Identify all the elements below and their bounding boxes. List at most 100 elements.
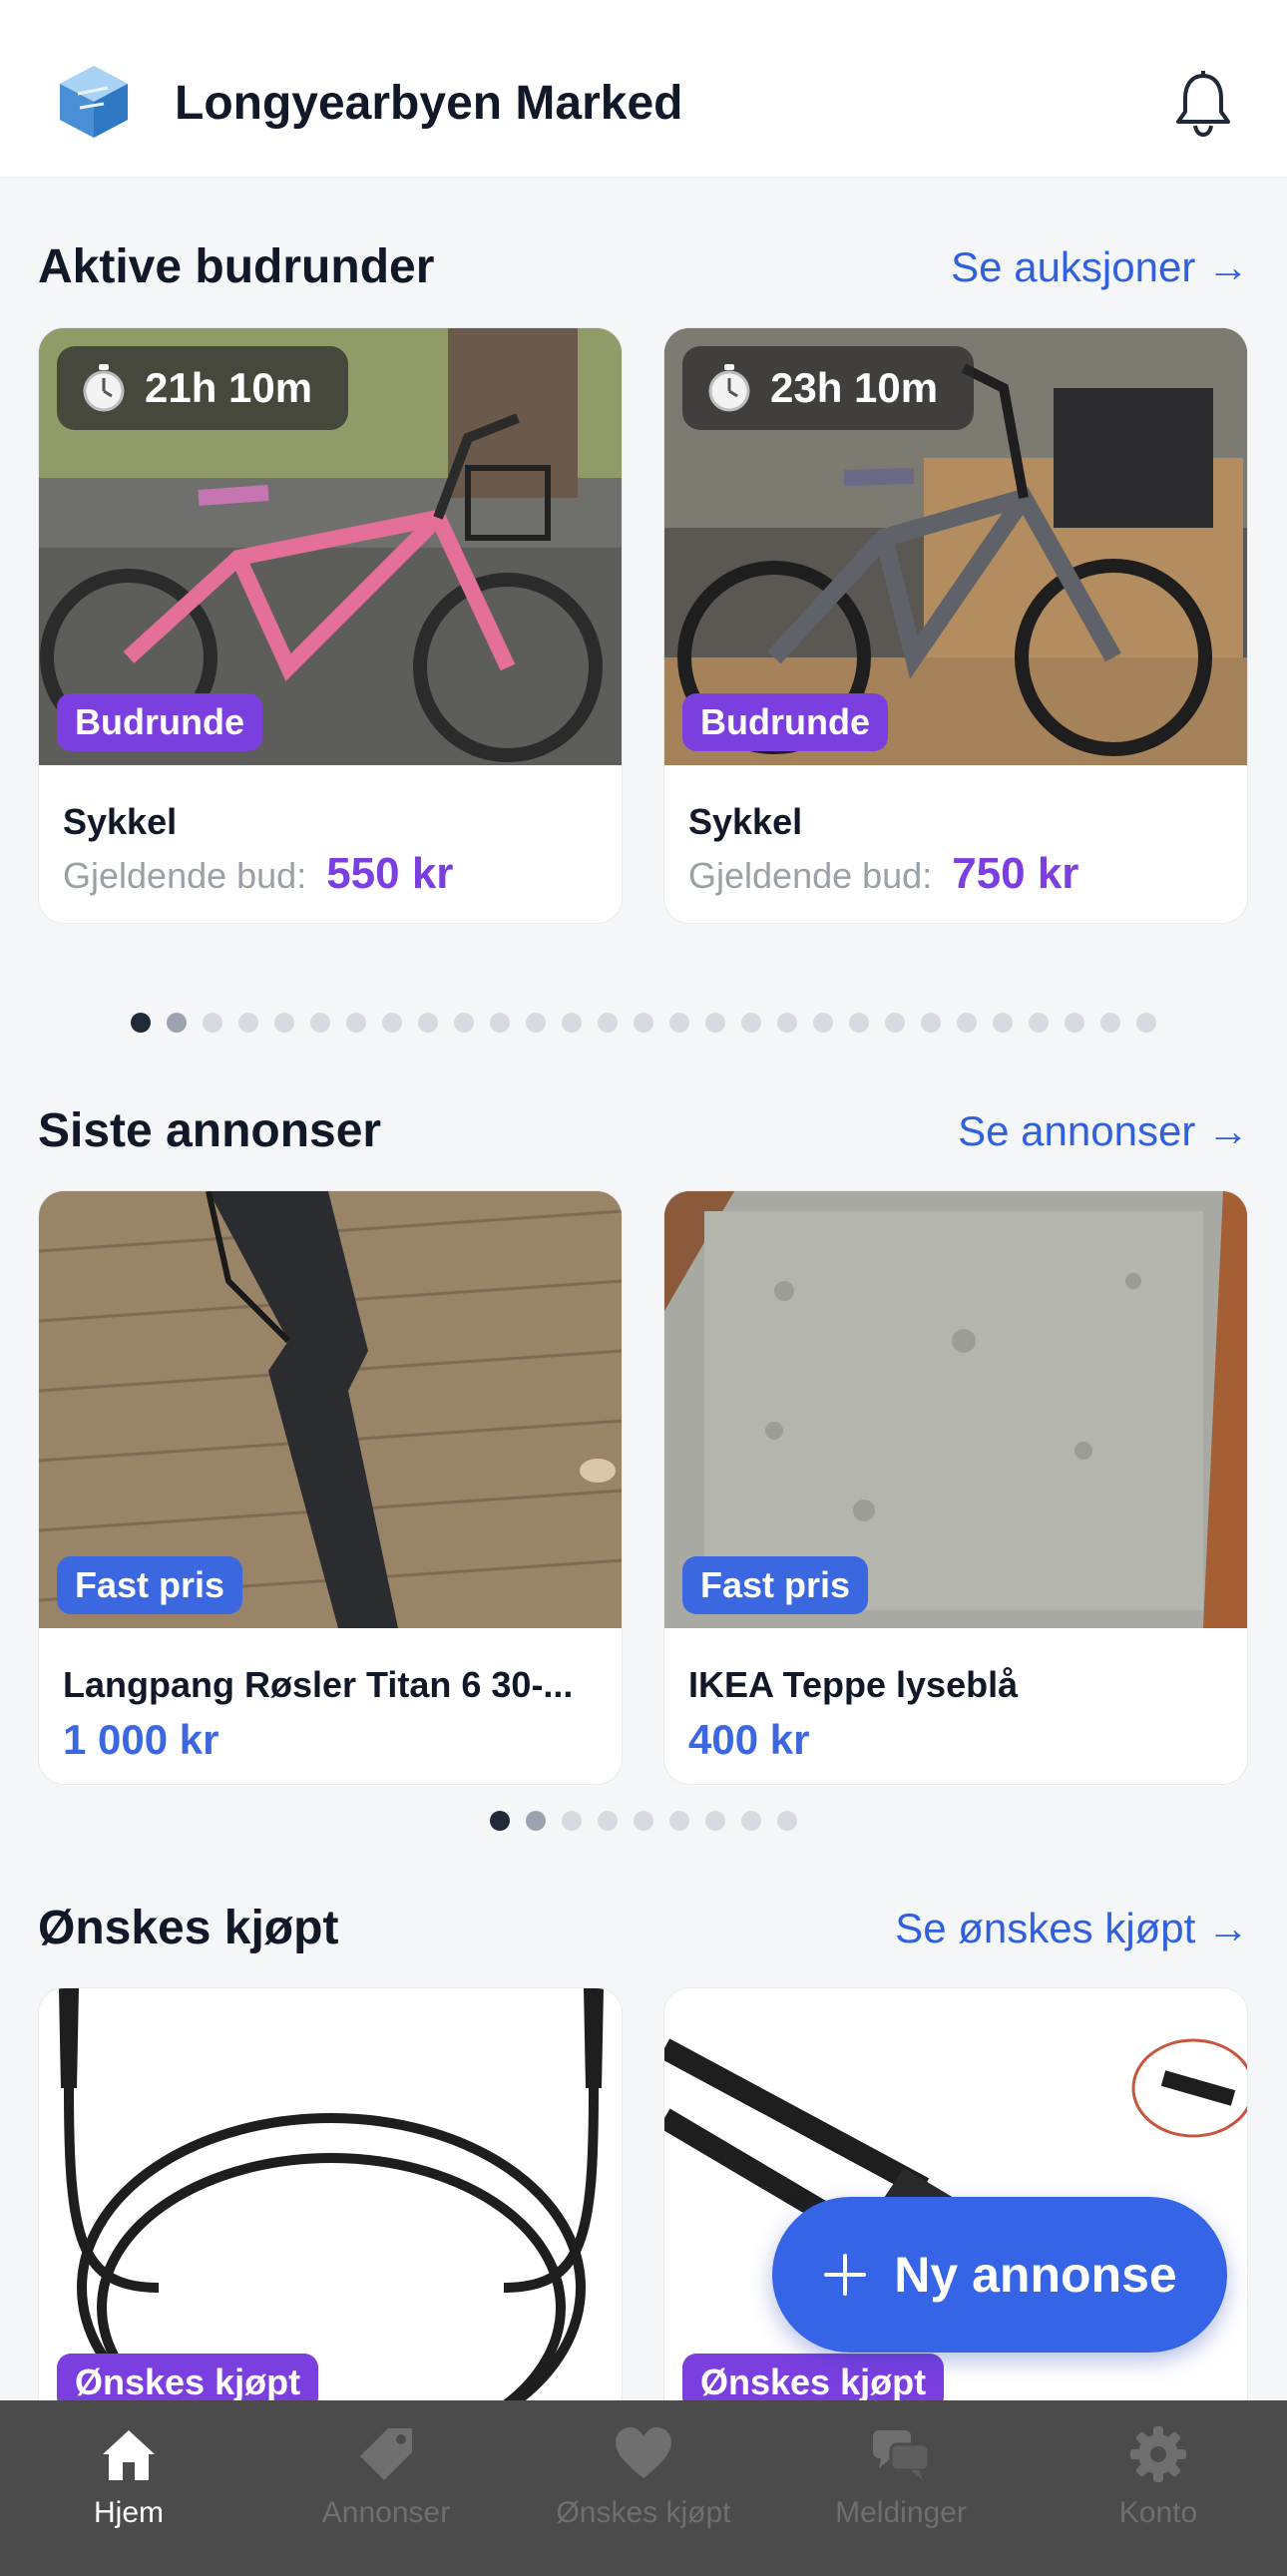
listing-title: Langpang Røsler Titan 6 30-... bbox=[63, 1664, 574, 1705]
pager-dot[interactable] bbox=[382, 1013, 402, 1033]
new-listing-label: Ny annonse bbox=[894, 2247, 1177, 2303]
tab-listings[interactable]: Annonser bbox=[257, 2400, 515, 2576]
pager-dot[interactable] bbox=[418, 1013, 438, 1033]
tab-account-label: Konto bbox=[1118, 2496, 1198, 2529]
pager-dot[interactable] bbox=[310, 1013, 330, 1033]
auction-bid-row: Gjeldende bud: 750 kr bbox=[688, 849, 1078, 899]
current-bid-value: 550 kr bbox=[326, 849, 454, 898]
listing-price: 400 kr bbox=[688, 1716, 810, 1763]
heart-icon bbox=[616, 2427, 671, 2478]
pager-dot[interactable] bbox=[741, 1811, 761, 1831]
pager-dot[interactable] bbox=[1136, 1013, 1156, 1033]
pager-dot[interactable] bbox=[562, 1811, 582, 1831]
pager-dot[interactable] bbox=[849, 1013, 869, 1033]
pager-dot[interactable] bbox=[741, 1013, 761, 1033]
listings-pager-dots[interactable] bbox=[490, 1811, 797, 1831]
home-icon bbox=[103, 2430, 155, 2480]
pager-dot[interactable] bbox=[526, 1811, 546, 1831]
auctions-pager-dots[interactable] bbox=[131, 1013, 1156, 1033]
auction-bid-row: Gjeldende bud: 550 kr bbox=[63, 849, 453, 899]
auction-image-pink-bike: 21h 10m Budrunde bbox=[39, 328, 622, 765]
pager-dot[interactable] bbox=[454, 1013, 474, 1033]
pager-dot[interactable] bbox=[634, 1811, 653, 1831]
listing-image-rifle: Fast pris bbox=[39, 1191, 622, 1628]
stopwatch-icon bbox=[83, 364, 125, 412]
auction-timer-text: 23h 10m bbox=[770, 364, 939, 411]
tab-listings-label: Annonser bbox=[321, 2496, 451, 2529]
pager-dot[interactable] bbox=[777, 1013, 797, 1033]
pager-dot[interactable] bbox=[526, 1013, 546, 1033]
auction-badge: Budrunde bbox=[682, 693, 888, 751]
pager-dot[interactable] bbox=[490, 1811, 510, 1831]
pager-dot[interactable] bbox=[490, 1013, 510, 1033]
tab-messages-label: Meldinger bbox=[835, 2496, 967, 2529]
current-bid-value: 750 kr bbox=[952, 849, 1079, 898]
tab-home-label: Hjem bbox=[93, 2496, 164, 2529]
see-wanted-link[interactable]: Se ønskes kjøpt → bbox=[895, 1905, 1249, 1952]
auction-title: Sykkel bbox=[63, 801, 178, 842]
current-bid-label: Gjeldende bud: bbox=[688, 855, 933, 896]
top-bar: Longyearbyen Marked bbox=[0, 0, 1287, 178]
tag-icon bbox=[360, 2428, 412, 2480]
auction-timer-text: 21h 10m bbox=[145, 364, 313, 411]
see-auctions-link[interactable]: Se auksjoner → bbox=[951, 243, 1249, 291]
pager-dot[interactable] bbox=[1065, 1013, 1084, 1033]
auction-title: Sykkel bbox=[688, 801, 803, 842]
current-bid-label: Gjeldende bud: bbox=[63, 855, 307, 896]
auction-timer: 23h 10m bbox=[682, 346, 974, 430]
app-title: Longyearbyen Marked bbox=[175, 77, 683, 130]
listings-section-title: Siste annonser bbox=[38, 1104, 382, 1157]
tab-account[interactable]: Konto bbox=[1030, 2400, 1287, 2576]
pager-dot[interactable] bbox=[885, 1013, 905, 1033]
listing-badge: Fast pris bbox=[57, 1556, 243, 1614]
pager-dot[interactable] bbox=[274, 1013, 294, 1033]
pager-dot[interactable] bbox=[634, 1013, 653, 1033]
wanted-image-cable: Ønskes kjøpt bbox=[39, 1988, 622, 2425]
pager-dot[interactable] bbox=[562, 1013, 582, 1033]
pager-dot[interactable] bbox=[957, 1013, 977, 1033]
stopwatch-icon bbox=[708, 364, 750, 412]
pager-dot[interactable] bbox=[705, 1811, 725, 1831]
plus-icon bbox=[824, 2254, 867, 2296]
tab-wanted[interactable]: Ønskes kjøpt bbox=[515, 2400, 772, 2576]
bell-icon[interactable] bbox=[1173, 70, 1233, 138]
listing-image-rug: Fast pris bbox=[664, 1191, 1247, 1628]
see-listings-link[interactable]: Se annonser → bbox=[958, 1107, 1249, 1155]
pager-dot[interactable] bbox=[598, 1811, 618, 1831]
pager-dot[interactable] bbox=[669, 1013, 689, 1033]
auction-timer: 21h 10m bbox=[57, 346, 348, 430]
listing-card[interactable]: Fast pris Langpang Røsler Titan 6 30-...… bbox=[38, 1190, 623, 1785]
auction-badge: Budrunde bbox=[57, 693, 262, 751]
pager-dot[interactable] bbox=[346, 1013, 366, 1033]
wanted-section-title: Ønskes kjøpt bbox=[38, 1902, 339, 1954]
pager-dot[interactable] bbox=[777, 1811, 797, 1831]
new-listing-button[interactable]: Ny annonse bbox=[772, 2197, 1227, 2353]
gear-icon bbox=[1130, 2426, 1186, 2482]
pager-dot[interactable] bbox=[167, 1013, 187, 1033]
pager-dot[interactable] bbox=[993, 1013, 1013, 1033]
bottom-tab-bar: Hjem Annonser Ønskes kjøpt Meldinger Kon… bbox=[0, 2400, 1287, 2576]
tab-wanted-label: Ønskes kjøpt bbox=[556, 2496, 731, 2529]
auction-card[interactable]: 23h 10m Budrunde Sykkel Gjeldende bud: 7… bbox=[663, 327, 1248, 924]
auctions-section-title: Aktive budrunder bbox=[38, 240, 435, 293]
tab-messages[interactable]: Meldinger bbox=[772, 2400, 1030, 2576]
chat-bubbles-icon bbox=[873, 2430, 931, 2480]
pager-dot[interactable] bbox=[131, 1013, 151, 1033]
pager-dot[interactable] bbox=[705, 1013, 725, 1033]
cube-logo-icon[interactable] bbox=[58, 64, 130, 140]
listing-badge: Fast pris bbox=[682, 1556, 869, 1614]
pager-dot[interactable] bbox=[1029, 1013, 1049, 1033]
pager-dot[interactable] bbox=[813, 1013, 833, 1033]
tab-home[interactable]: Hjem bbox=[0, 2400, 257, 2576]
listing-title: IKEA Teppe lyseblå bbox=[688, 1664, 1019, 1705]
pager-dot[interactable] bbox=[203, 1013, 222, 1033]
pager-dot[interactable] bbox=[598, 1013, 618, 1033]
listing-card[interactable]: Fast pris IKEA Teppe lyseblå 400 kr bbox=[663, 1190, 1248, 1785]
pager-dot[interactable] bbox=[921, 1013, 941, 1033]
pager-dot[interactable] bbox=[1100, 1013, 1120, 1033]
pager-dot[interactable] bbox=[669, 1811, 689, 1831]
pager-dot[interactable] bbox=[238, 1013, 258, 1033]
listing-price: 1 000 kr bbox=[63, 1716, 219, 1763]
auction-card[interactable]: 21h 10m Budrunde Sykkel Gjeldende bud: 5… bbox=[38, 327, 623, 924]
auction-image-grey-bike: 23h 10m Budrunde bbox=[664, 328, 1247, 765]
